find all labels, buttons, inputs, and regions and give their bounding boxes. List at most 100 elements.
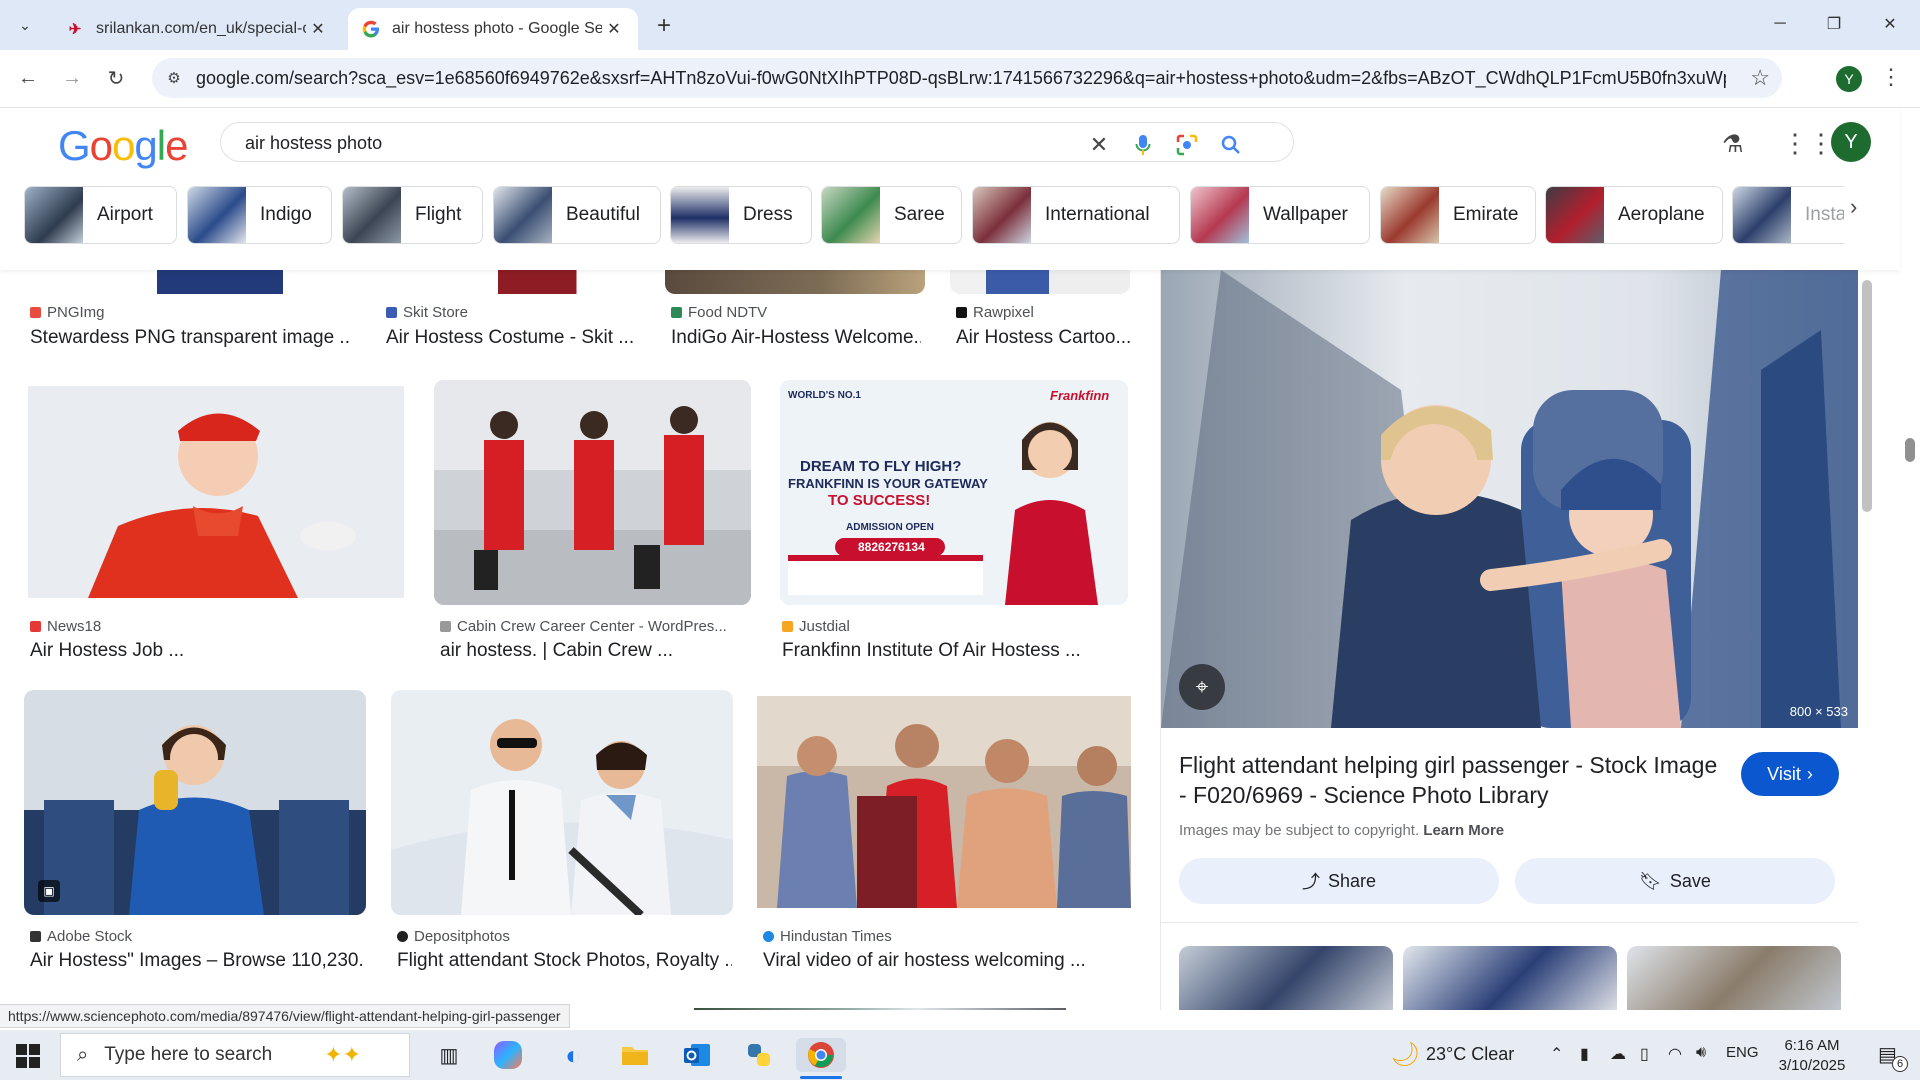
panel-scrollbar-thumb[interactable] <box>1862 280 1872 512</box>
chip-indigo[interactable]: Indigo <box>187 186 332 244</box>
google-lens-icon[interactable] <box>1173 131 1201 159</box>
chip-aeroplane[interactable]: Aeroplane <box>1545 186 1723 244</box>
result-image[interactable] <box>434 380 751 605</box>
language-indicator[interactable]: ENG <box>1726 1044 1759 1061</box>
volume-icon[interactable]: 🔊︎ <box>1696 1044 1706 1062</box>
result-source[interactable]: Adobe Stock <box>30 928 132 945</box>
url-text[interactable]: google.com/search?sca_esv=1e68560f694976… <box>196 68 1726 89</box>
result-title[interactable]: Flight attendant Stock Photos, Royalty .… <box>397 950 732 972</box>
profile-avatar[interactable]: Y <box>1836 66 1862 92</box>
result-source[interactable]: Cabin Crew Career Center - WordPres... <box>440 618 727 635</box>
minimize-icon[interactable]: ─ <box>1752 8 1808 40</box>
system-clock[interactable]: 6:16 AM 3/10/2025 <box>1762 1036 1862 1076</box>
restore-icon[interactable]: ❐ <box>1806 8 1862 40</box>
result-image[interactable] <box>28 386 404 598</box>
python-idle-icon[interactable] <box>742 1038 776 1072</box>
close-window-icon[interactable]: ✕ <box>1862 8 1918 40</box>
weather-moon-icon[interactable]: 🌙︎ <box>1390 1040 1420 1069</box>
result-source[interactable]: Skit Store <box>386 304 468 321</box>
result-title[interactable]: Air Hostess Job ... <box>30 640 400 662</box>
chip-wallpaper[interactable]: Wallpaper <box>1190 186 1370 244</box>
tab-google-search[interactable]: air hostess photo - Google Sear ✕ <box>348 8 638 50</box>
taskbar-search[interactable]: ⌕ Type here to search ✦✦ <box>60 1033 410 1077</box>
battery-icon[interactable]: ▮ <box>1580 1044 1589 1064</box>
edge-browser-icon[interactable]: ◐ <box>556 1038 590 1072</box>
chrome-taskbar-icon[interactable] <box>796 1038 846 1072</box>
frankfinn-ad-image[interactable]: WORLD'S NO.1 Frankfinn DREAM TO FLY HIGH… <box>780 380 1128 605</box>
result-source[interactable]: Rawpixel <box>956 304 1034 321</box>
result-source[interactable]: Food NDTV <box>671 304 767 321</box>
related-image[interactable] <box>1179 946 1393 1010</box>
new-tab-plus-icon[interactable]: + <box>650 12 678 40</box>
related-image[interactable] <box>1627 946 1841 1010</box>
chip-international[interactable]: International <box>972 186 1180 244</box>
search-labs-flask-icon[interactable]: ⚗ <box>1722 130 1744 159</box>
address-bar[interactable]: ⚙ google.com/search?sca_esv=1e68560f6949… <box>152 58 1782 98</box>
device-icon[interactable]: ▯ <box>1640 1044 1649 1064</box>
chip-emirate[interactable]: Emirate <box>1380 186 1536 244</box>
result-image[interactable] <box>694 1008 1066 1010</box>
chip-dress[interactable]: Dress <box>670 186 812 244</box>
result-title[interactable]: IndiGo Air-Hostess Welcome... <box>671 327 921 349</box>
sparkle-highlights-icon[interactable]: ✦✦ <box>324 1042 361 1068</box>
visit-button[interactable]: Visit › <box>1741 752 1839 796</box>
chip-airport[interactable]: Airport <box>24 186 177 244</box>
visual-search-lens-icon[interactable]: ⌖ <box>1179 664 1225 710</box>
bookmark-star-icon[interactable]: ☆ <box>1750 65 1770 91</box>
outlook-icon[interactable] <box>680 1038 714 1072</box>
page-scrollbar[interactable] <box>1900 108 1920 1038</box>
result-source[interactable]: Depositphotos <box>397 928 510 945</box>
panel-scrollbar[interactable] <box>1862 272 1874 1007</box>
preview-title[interactable]: Flight attendant helping girl passenger … <box>1179 750 1719 810</box>
related-image[interactable] <box>1403 946 1617 1010</box>
tab-search-chevron-icon[interactable]: ⌄ <box>12 12 38 38</box>
clear-search-icon[interactable]: ✕ <box>1085 131 1113 159</box>
result-image[interactable]: ▣ <box>24 690 366 915</box>
result-image[interactable] <box>665 270 925 294</box>
chip-beautiful[interactable]: Beautiful <box>493 186 661 244</box>
voice-search-mic-icon[interactable] <box>1129 131 1157 159</box>
result-title[interactable]: Frankfinn Institute Of Air Hostess ... <box>782 640 1127 662</box>
result-image[interactable] <box>380 270 642 294</box>
search-box[interactable]: air hostess photo ✕ <box>220 122 1294 162</box>
result-image[interactable] <box>391 690 733 915</box>
chip-flight[interactable]: Flight <box>342 186 483 244</box>
learn-more-link[interactable]: Learn More <box>1423 822 1504 839</box>
close-tab-icon[interactable]: ✕ <box>602 17 626 41</box>
onedrive-cloud-icon[interactable]: ☁ <box>1610 1044 1626 1064</box>
result-source[interactable]: News18 <box>30 618 101 635</box>
result-source[interactable]: PNGImg <box>30 304 105 321</box>
copilot-icon[interactable] <box>494 1041 522 1069</box>
search-magnifier-icon[interactable] <box>1217 131 1245 159</box>
site-info-tune-icon[interactable]: ⚙ <box>162 66 186 90</box>
chips-next-chevron-icon[interactable]: › <box>1850 194 1857 220</box>
tray-chevron-up-icon[interactable]: ⌃ <box>1550 1044 1563 1064</box>
result-source[interactable]: Hindustan Times <box>763 928 892 945</box>
share-button[interactable]: ⤴ Share <box>1179 858 1499 904</box>
result-image[interactable] <box>24 270 356 294</box>
result-title[interactable]: Air Hostess Cartoo... <box>956 327 1131 349</box>
browser-menu-icon[interactable]: ⋮ <box>1880 64 1902 90</box>
wifi-icon[interactable]: ◠ <box>1668 1044 1682 1064</box>
reload-icon[interactable]: ↻ <box>100 62 132 94</box>
account-avatar[interactable]: Y <box>1831 122 1871 162</box>
taskbar-search-placeholder[interactable]: Type here to search <box>104 1044 272 1066</box>
task-view-icon[interactable]: ▥ <box>432 1038 466 1072</box>
forward-arrow-icon[interactable]: → <box>56 62 88 94</box>
chip-saree[interactable]: Saree <box>821 186 962 244</box>
chip-instagram[interactable]: Instag <box>1732 186 1844 244</box>
result-title[interactable]: Air Hostess Costume - Skit ... <box>386 327 636 349</box>
google-logo[interactable]: Google <box>58 122 188 170</box>
windows-start-icon[interactable] <box>14 1042 42 1070</box>
back-arrow-icon[interactable]: ← <box>12 62 44 94</box>
save-button[interactable]: 🔖︎ Save <box>1515 858 1835 904</box>
tab-srilankan[interactable]: ✈ srilankan.com/en_uk/special-off ✕ <box>52 8 342 50</box>
result-title[interactable]: air hostess. | Cabin Crew ... <box>440 640 740 662</box>
file-explorer-icon[interactable] <box>618 1038 652 1072</box>
result-source[interactable]: Justdial <box>782 618 850 635</box>
close-tab-icon[interactable]: ✕ <box>306 17 330 41</box>
result-image[interactable] <box>757 696 1131 908</box>
page-scrollbar-thumb[interactable] <box>1905 438 1915 462</box>
weather-text[interactable]: 23°C Clear <box>1426 1044 1514 1065</box>
preview-image[interactable] <box>1161 270 1858 728</box>
